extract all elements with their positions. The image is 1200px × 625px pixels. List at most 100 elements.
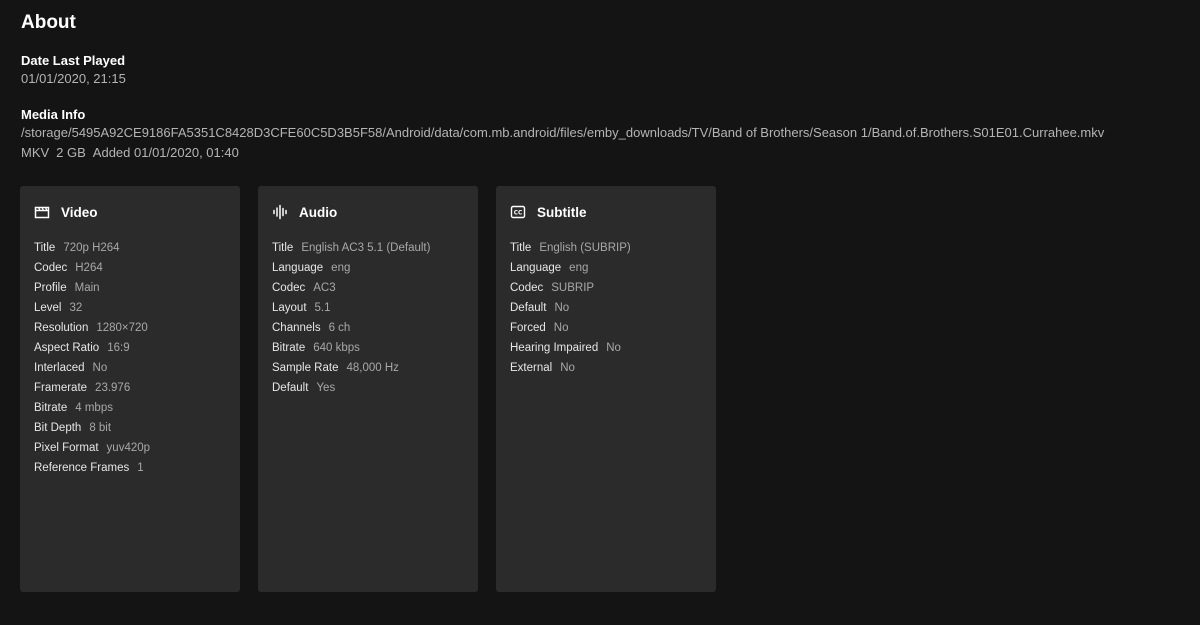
property-key: Forced [510,322,546,334]
media-added: Added 01/01/2020, 01:40 [92,145,239,160]
property-value: No [554,302,570,314]
property-value: 16:9 [107,342,130,354]
property-key: Codec [510,282,544,294]
property-value: 1280×720 [96,322,148,334]
property-key: Language [510,262,562,274]
property-value: 1 [137,462,144,474]
property-key: Language [272,262,324,274]
property-value: yuv420p [106,442,151,454]
property-key: Aspect Ratio [34,342,100,354]
property-key: Resolution [34,322,89,334]
property-key: Default [272,382,309,394]
stream-property-row: Default No [510,298,702,318]
property-key: Title [510,242,532,254]
stream-property-row: Resolution 1280×720 [34,318,226,338]
stream-property-row: Forced No [510,318,702,338]
property-value: No [560,362,575,374]
property-value: No [606,342,621,354]
about-page: About Date Last Played 01/01/2020, 21:15… [0,0,1200,625]
audio-card-title: Audio [299,204,338,220]
stream-property-row: Layout 5.1 [272,298,464,318]
property-value: English AC3 5.1 (Default) [301,242,431,254]
property-value: No [553,322,569,334]
property-value: Main [74,282,100,294]
stream-property-row: Level 32 [34,298,226,318]
property-key: Framerate [34,382,88,394]
property-value: eng [569,262,589,274]
video-card-title: Video [61,204,98,220]
last-played-section: Date Last Played 01/01/2020, 21:15 [21,52,1179,89]
property-key: Reference Frames [34,462,130,474]
property-key: Codec [34,262,68,274]
property-key: Sample Rate [272,362,339,374]
property-value: English (SUBRIP) [539,242,631,254]
video-card: Video Title 720p H264 Codec H264 Profile Main… [20,186,240,592]
stream-property-row: Language eng [510,258,702,278]
property-value: Yes [316,382,336,394]
property-value: 720p H264 [63,242,120,254]
subtitle-rows: Title English (SUBRIP) Language eng Codec SUB… [510,238,702,378]
stream-property-row: Bitrate 4 mbps [34,398,226,418]
property-key: Bit Depth [34,422,82,434]
property-value: SUBRIP [551,282,595,294]
media-info-section: Media Info /storage/5495A92CE9186FA5351C… [21,106,1179,163]
page-title: About [21,12,76,33]
property-key: Profile [34,282,67,294]
closed-captions-icon: CC [510,204,526,220]
audio-rows: Title English AC3 5.1 (Default) Language en… [272,238,464,398]
media-path: /storage/5495A92CE9186FA5351C8428D3CFE60… [21,125,1105,140]
svg-text:CC: CC [514,211,523,217]
stream-property-row: Codec SUBRIP [510,278,702,298]
media-meta: MKV 2 GB Added 01/01/2020, 01:40 [21,143,1179,163]
property-key: Bitrate [272,342,306,354]
property-value: No [92,362,108,374]
stream-property-row: Title English (SUBRIP) [510,238,702,258]
stream-property-row: Channels 6 ch [272,318,464,338]
film-icon [34,204,50,220]
stream-property-row: Reference Frames 1 [34,458,226,478]
stream-property-row: Title 720p H264 [34,238,226,258]
stream-property-row: Pixel Format yuv420p [34,438,226,458]
stream-property-row: Codec H264 [34,258,226,278]
audio-card: Audio Title English AC3 5.1 (Default) Lang… [258,186,478,592]
media-container: MKV [21,145,50,160]
property-value: 5.1 [314,302,331,314]
property-key: Title [34,242,56,254]
property-value: eng [331,262,351,274]
audio-card-header: Audio [272,202,464,222]
property-value: 6 ch [328,322,351,334]
stream-property-row: Default Yes [272,378,464,398]
stream-property-row: Codec AC3 [272,278,464,298]
property-key: Title [272,242,294,254]
property-key: Layout [272,302,307,314]
stream-property-row: Language eng [272,258,464,278]
property-key: Level [34,302,62,314]
stream-property-row: Hearing Impaired No [510,338,702,358]
stream-cards: Video Title 720p H264 Codec H264 Profile Main… [20,186,716,592]
stream-property-row: Profile Main [34,278,226,298]
property-key: Interlaced [34,362,85,374]
subtitle-card: CC Subtitle Title English (SUBRIP) Languag… [496,186,716,592]
media-info-label: Media Info [21,107,86,122]
property-value: 8 bit [89,422,112,434]
stream-property-row: Bitrate 640 kbps [272,338,464,358]
property-key: Pixel Format [34,442,99,454]
media-size: 2 GB [56,145,86,160]
subtitle-card-header: CC Subtitle [510,202,702,222]
stream-property-row: External No [510,358,702,378]
last-played-value: 01/01/2020, 21:15 [21,71,126,86]
property-value: 32 [69,302,83,314]
stream-property-row: Interlaced No [34,358,226,378]
property-value: AC3 [313,282,336,294]
property-value: 48,000 Hz [346,362,399,374]
property-key: Codec [272,282,306,294]
stream-property-row: Framerate 23.976 [34,378,226,398]
video-card-header: Video [34,202,226,222]
subtitle-card-title: Subtitle [537,204,587,220]
property-value: 640 kbps [313,342,360,354]
stream-property-row: Title English AC3 5.1 (Default) [272,238,464,258]
property-key: Channels [272,322,321,334]
property-key: Hearing Impaired [510,342,599,354]
property-key: External [510,362,553,374]
property-key: Default [510,302,547,314]
